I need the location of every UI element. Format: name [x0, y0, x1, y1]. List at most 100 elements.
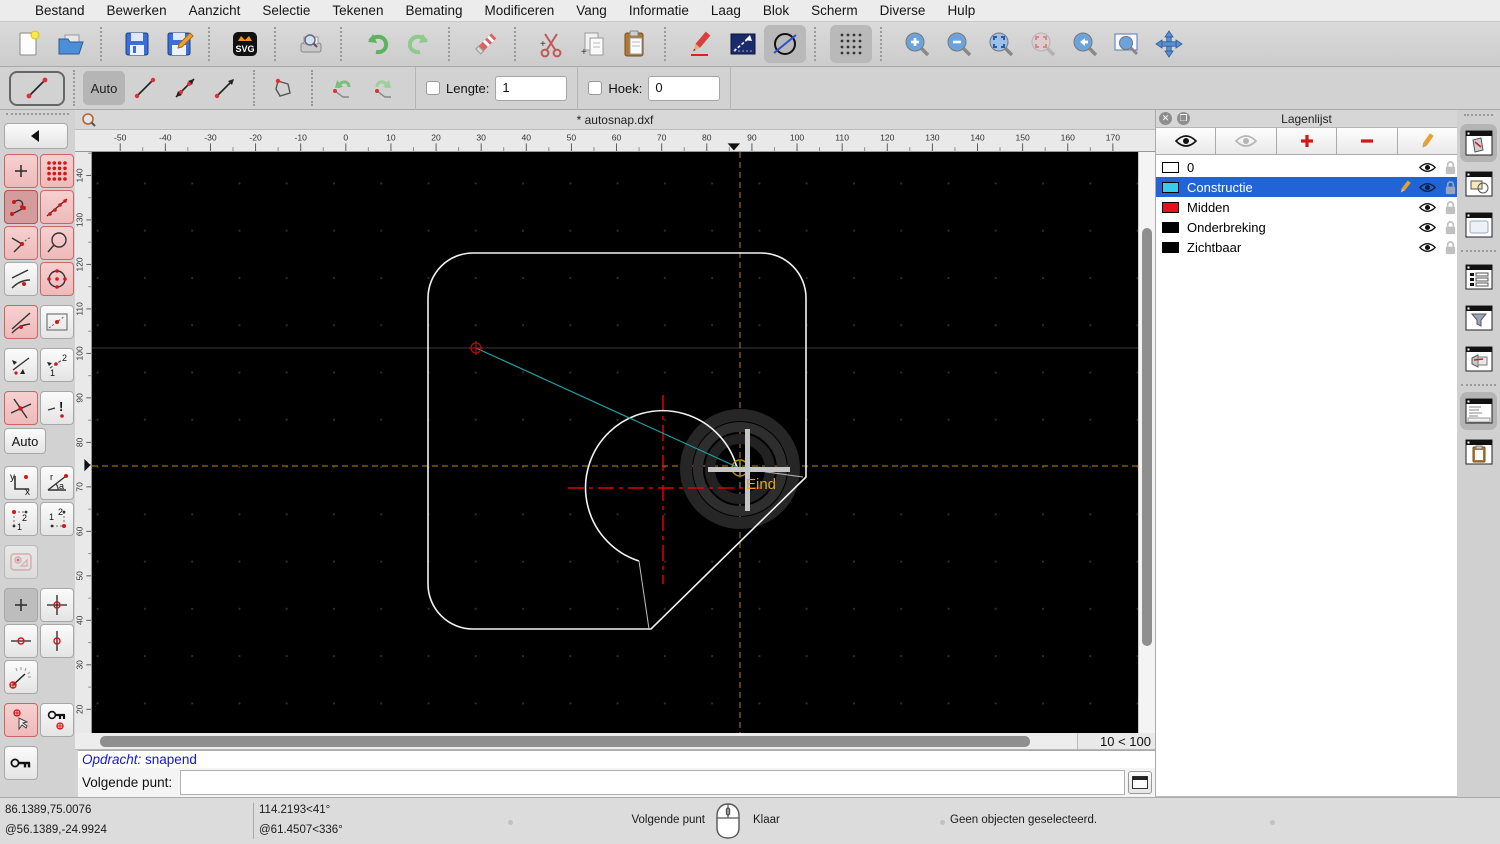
line-both-directions-button[interactable]	[165, 71, 205, 105]
zoom-auto-button[interactable]	[980, 25, 1022, 63]
snap-distance-button[interactable]	[40, 226, 74, 260]
cut-button[interactable]: +	[530, 25, 572, 63]
layer-visibility-icon[interactable]	[1413, 200, 1436, 215]
menu-informatie[interactable]: Informatie	[618, 0, 700, 22]
layer-visibility-icon[interactable]	[1413, 160, 1436, 175]
lengte-input[interactable]: 1	[495, 75, 568, 101]
pan-button[interactable]	[1148, 25, 1190, 63]
layer-row-zichtbaar[interactable]: Zichtbaar	[1156, 237, 1457, 257]
clipboard-dock-button[interactable]	[1460, 433, 1497, 471]
pen-list-dock-button[interactable]	[1460, 258, 1497, 296]
menu-laag[interactable]: Laag	[700, 0, 752, 22]
zoom-out-button[interactable]	[938, 25, 980, 63]
snap-auto-button[interactable]: Auto	[4, 428, 46, 454]
hoek-input[interactable]: 0	[648, 75, 721, 101]
edit-layer-button[interactable]	[1397, 128, 1458, 154]
layer-visibility-icon[interactable]	[1413, 240, 1436, 255]
layer-visibility-icon[interactable]	[1413, 180, 1436, 195]
snap-on-entity-button[interactable]	[40, 190, 74, 224]
layer-lock-icon[interactable]	[1436, 220, 1456, 235]
menu-selectie[interactable]: Selectie	[251, 0, 321, 22]
restrict-nothing-button[interactable]	[4, 588, 38, 622]
show-all-layers-button[interactable]	[1156, 128, 1217, 154]
hide-all-layers-button[interactable]	[1216, 128, 1277, 154]
zoom-previous-button[interactable]	[1064, 25, 1106, 63]
toolbar-handle[interactable]	[1464, 114, 1493, 120]
menu-bemating[interactable]: Bemating	[394, 0, 473, 22]
toolbar-handle[interactable]	[6, 113, 69, 121]
layer-row-constructie[interactable]: Constructie	[1156, 177, 1457, 197]
lock-relative-zero-target-button[interactable]	[40, 703, 74, 737]
block-list-dock-button[interactable]	[1460, 165, 1497, 203]
restrict-vertical-button[interactable]	[40, 624, 74, 658]
horizontal-scrollbar[interactable]: 10 < 100	[75, 733, 1155, 750]
restrict-orthogonal-button[interactable]	[40, 588, 74, 622]
vertical-scrollbar[interactable]	[1138, 152, 1155, 733]
close-icon[interactable]: ✕	[1159, 112, 1172, 125]
layer-list-dock-button[interactable]	[1460, 124, 1497, 162]
cam-tool-button[interactable]	[4, 545, 38, 579]
layer-row-onderbreking[interactable]: Onderbreking	[1156, 217, 1457, 237]
snap-free-button[interactable]	[4, 154, 38, 188]
layer-row-0[interactable]: 0	[1156, 157, 1457, 177]
current-tool-line-button[interactable]	[9, 70, 65, 106]
lengte-checkbox[interactable]	[426, 81, 440, 95]
zoom-selection-button[interactable]	[1022, 25, 1064, 63]
horizontal-scrollbar-thumb[interactable]	[100, 736, 1030, 747]
line-single-button[interactable]	[125, 71, 165, 105]
menu-bestand[interactable]: Bestand	[24, 0, 96, 22]
isometric-view-button[interactable]	[764, 25, 806, 63]
angle-gauge-button[interactable]	[4, 660, 38, 694]
new-document-button[interactable]	[8, 25, 50, 63]
redo-button[interactable]	[398, 25, 440, 63]
draw-pencil-button[interactable]	[680, 25, 722, 63]
library-browser-dock-button[interactable]	[1460, 206, 1497, 244]
snap-center-button[interactable]	[40, 262, 74, 296]
menu-modificeren[interactable]: Modificeren	[474, 0, 566, 22]
zoom-window-button[interactable]	[1106, 25, 1148, 63]
corner-12-a-button[interactable]: 12	[4, 502, 38, 536]
delete-button[interactable]	[464, 25, 506, 63]
grid-toggle-button[interactable]	[830, 25, 872, 63]
snap-reference-button[interactable]	[4, 348, 38, 382]
menu-diverse[interactable]: Diverse	[869, 0, 937, 22]
menu-aanzicht[interactable]: Aanzicht	[178, 0, 252, 22]
command-input[interactable]	[180, 770, 1125, 795]
undo-segment-button[interactable]	[321, 71, 363, 105]
menu-tekenen[interactable]: Tekenen	[321, 0, 394, 22]
undo-button[interactable]	[356, 25, 398, 63]
lock-relative-zero-button[interactable]	[4, 746, 38, 780]
corner-12-b-button[interactable]: 12	[40, 502, 74, 536]
snap-nearest-button[interactable]	[4, 262, 38, 296]
command-window-button[interactable]	[1128, 771, 1152, 794]
vertical-scrollbar-thumb[interactable]	[1142, 228, 1152, 646]
line-ray-button[interactable]	[205, 71, 245, 105]
snap-perpendicular-button[interactable]	[4, 226, 38, 260]
ortho-restrict-button[interactable]	[722, 25, 764, 63]
layer-lock-icon[interactable]	[1436, 200, 1456, 215]
coords-polar-button[interactable]: ra	[40, 466, 74, 500]
open-file-button[interactable]	[50, 25, 92, 63]
back-button[interactable]	[4, 123, 68, 149]
snap-distance-12-button[interactable]: 12	[40, 348, 74, 382]
menu-scherm[interactable]: Scherm	[800, 0, 869, 22]
filter-dock-button[interactable]	[1460, 299, 1497, 337]
set-relative-zero-button[interactable]	[4, 703, 38, 737]
command-line-dock-button[interactable]	[1460, 392, 1497, 430]
hatch-dock-button[interactable]	[1460, 340, 1497, 378]
save-button[interactable]	[116, 25, 158, 63]
zoom-in-button[interactable]	[896, 25, 938, 63]
add-layer-button[interactable]	[1276, 128, 1338, 154]
snap-tangential-button[interactable]	[4, 305, 38, 339]
layer-lock-icon[interactable]	[1436, 240, 1456, 255]
line-auto-mode-button[interactable]: Auto	[83, 71, 125, 105]
snap-middle-button[interactable]	[40, 305, 74, 339]
drawing-canvas[interactable]: Eind	[92, 152, 1138, 733]
menu-blok[interactable]: Blok	[752, 0, 800, 22]
save-as-button[interactable]	[158, 25, 200, 63]
layer-lock-icon[interactable]	[1436, 180, 1456, 195]
detach-icon[interactable]: ❐	[1177, 112, 1190, 125]
snap-grid-button[interactable]	[40, 154, 74, 188]
snap-endpoints-button[interactable]	[4, 190, 38, 224]
menu-bewerken[interactable]: Bewerken	[96, 0, 178, 22]
